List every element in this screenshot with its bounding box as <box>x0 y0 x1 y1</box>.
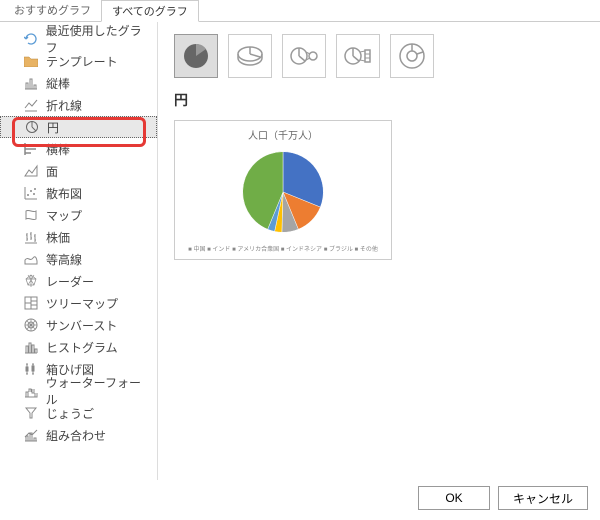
subtype-doughnut[interactable] <box>390 34 434 78</box>
scatter-chart-icon <box>22 185 40 201</box>
sidebar-item-waterfall[interactable]: ウォーターフォール <box>0 380 157 402</box>
subtype-pie-3d[interactable] <box>228 34 272 78</box>
cancel-button[interactable]: キャンセル <box>498 486 588 510</box>
pie-chart-svg <box>233 144 333 240</box>
sidebar-item-stock[interactable]: 株価 <box>0 226 157 248</box>
box-whisker-icon <box>22 361 40 377</box>
sidebar-item-label: レーダー <box>46 273 94 290</box>
pie-chart-icon <box>23 119 41 135</box>
map-icon <box>22 207 40 223</box>
sidebar-item-label: 組み合わせ <box>46 427 106 444</box>
treemap-icon <box>22 295 40 311</box>
sidebar-item-scatter[interactable]: 散布図 <box>0 182 157 204</box>
sidebar-item-label: 最近使用したグラフ <box>46 22 151 56</box>
sidebar-item-label: ツリーマップ <box>46 295 118 312</box>
sidebar-item-line[interactable]: 折れ線 <box>0 94 157 116</box>
sidebar-item-label: 等高線 <box>46 251 82 268</box>
sidebar-item-label: サンバースト <box>46 317 117 334</box>
area-chart-icon <box>22 163 40 179</box>
stock-chart-icon <box>22 229 40 245</box>
funnel-icon <box>22 405 40 421</box>
column-chart-icon <box>22 75 40 91</box>
dialog-footer: OK キャンセル <box>418 486 588 510</box>
line-chart-icon <box>22 97 40 113</box>
histogram-icon <box>22 339 40 355</box>
sidebar-item-label: 縦棒 <box>46 75 70 92</box>
sidebar-item-label: ヒストグラム <box>46 339 118 356</box>
sidebar-item-column[interactable]: 縦棒 <box>0 72 157 94</box>
radar-chart-icon <box>22 273 40 289</box>
sidebar-item-radar[interactable]: レーダー <box>0 270 157 292</box>
sidebar-item-bar[interactable]: 横棒 <box>0 138 157 160</box>
sidebar-item-map[interactable]: マップ <box>0 204 157 226</box>
sidebar-item-area[interactable]: 面 <box>0 160 157 182</box>
sidebar-item-label: マップ <box>46 207 82 224</box>
preview-legend: ■ 中国 ■ インド ■ アメリカ合衆国 ■ インドネシア ■ ブラジル ■ そ… <box>181 244 385 253</box>
sidebar-item-pie[interactable]: 円 <box>0 116 157 138</box>
bar-chart-icon <box>22 141 40 157</box>
tab-recommended[interactable]: おすすめグラフ <box>4 0 101 21</box>
waterfall-icon <box>22 383 40 399</box>
sidebar-item-label: 横棒 <box>46 141 70 158</box>
sidebar-item-combo[interactable]: 組み合わせ <box>0 424 157 446</box>
combo-chart-icon <box>22 427 40 443</box>
sidebar-item-surface[interactable]: 等高線 <box>0 248 157 270</box>
tab-bar: おすすめグラフ すべてのグラフ <box>0 0 600 22</box>
sidebar-item-recent[interactable]: 最近使用したグラフ <box>0 28 157 50</box>
sunburst-icon <box>22 317 40 333</box>
sidebar-item-label: 面 <box>46 163 58 180</box>
subtype-pie[interactable] <box>174 34 218 78</box>
sidebar-item-treemap[interactable]: ツリーマップ <box>0 292 157 314</box>
tab-all[interactable]: すべてのグラフ <box>101 0 199 22</box>
sidebar-item-label: 折れ線 <box>46 97 82 114</box>
ok-button[interactable]: OK <box>418 486 490 510</box>
sidebar-item-sunburst[interactable]: サンバースト <box>0 314 157 336</box>
preview-title: 人口（千万人） <box>248 127 318 142</box>
sidebar-item-label: 株価 <box>46 229 70 246</box>
sidebar-item-label: 円 <box>47 119 59 136</box>
sidebar-item-label: じょうご <box>46 405 94 422</box>
sidebar-item-label: ウォーターフォール <box>46 374 151 408</box>
sidebar-item-label: 散布図 <box>46 185 82 202</box>
chart-type-sidebar: 最近使用したグラフ テンプレート 縦棒 折れ線 円 横棒 面 散布図 <box>0 22 158 480</box>
sidebar-item-histogram[interactable]: ヒストグラム <box>0 336 157 358</box>
subtype-bar-of-pie[interactable] <box>336 34 380 78</box>
subtype-pie-of-pie[interactable] <box>282 34 326 78</box>
sidebar-item-label: テンプレート <box>46 53 118 70</box>
chart-preview[interactable]: 人口（千万人） ■ 中国 ■ インド ■ アメリカ合衆国 ■ インドネシア ■ … <box>174 120 392 260</box>
folder-icon <box>22 53 40 69</box>
section-title: 円 <box>174 90 584 110</box>
recent-icon <box>22 31 40 47</box>
content-area: 円 人口（千万人） ■ 中国 ■ インド ■ アメリカ合衆国 ■ インドネシア … <box>158 22 600 480</box>
subtype-row <box>174 34 584 78</box>
surface-chart-icon <box>22 251 40 267</box>
